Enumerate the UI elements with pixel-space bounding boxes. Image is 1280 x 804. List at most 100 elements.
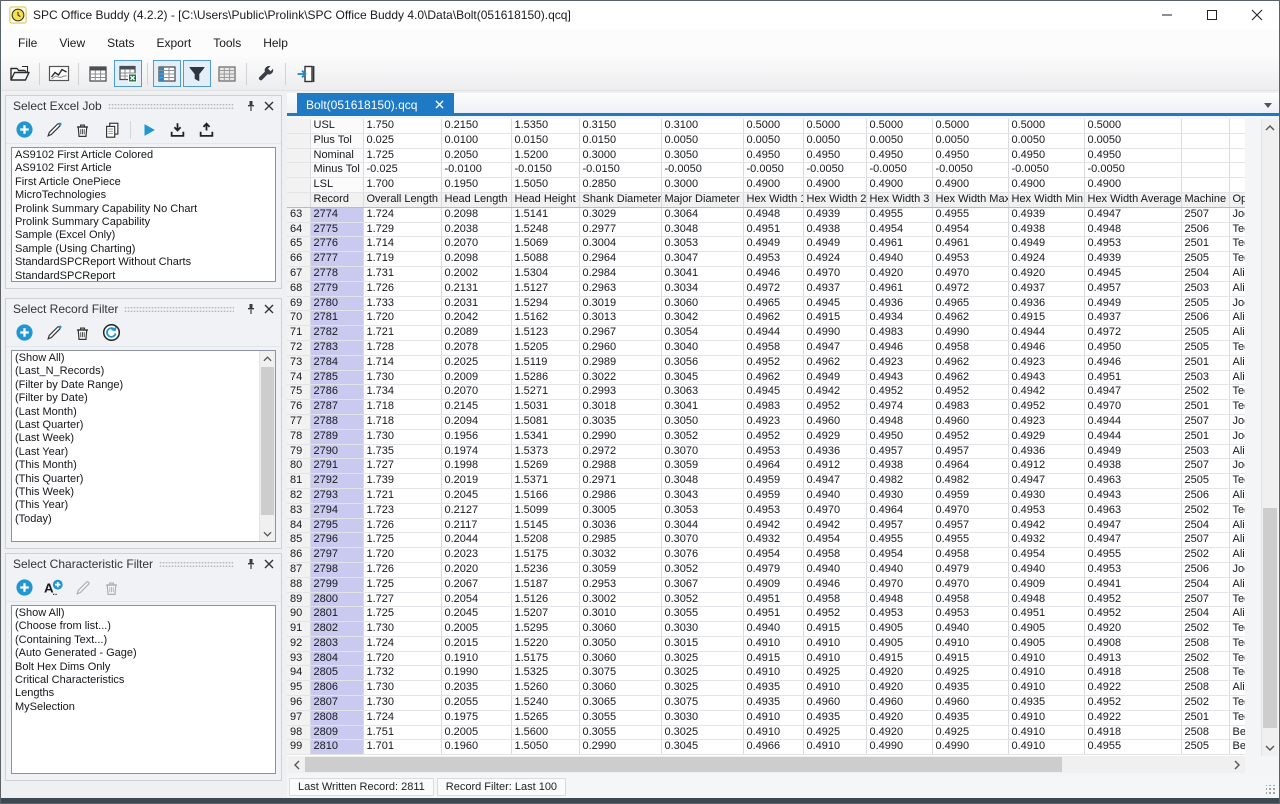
value-cell[interactable]: 0.4915 <box>1008 311 1084 326</box>
run-icon[interactable] <box>136 118 161 142</box>
record-cell[interactable]: 2785 <box>310 370 363 385</box>
machine-cell[interactable]: 2501 <box>1181 237 1229 252</box>
value-cell[interactable]: 0.3030 <box>661 710 743 725</box>
value-cell[interactable]: 0.4983 <box>866 326 932 341</box>
value-cell[interactable]: 0.2986 <box>579 488 661 503</box>
value-cell[interactable]: 1.5260 <box>511 681 579 696</box>
value-cell[interactable]: 0.2023 <box>441 548 511 563</box>
value-cell[interactable]: 0.4970 <box>866 577 932 592</box>
value-cell[interactable]: 1.734 <box>363 385 441 400</box>
value-cell[interactable]: 0.2025 <box>441 355 511 370</box>
value-cell[interactable]: 0.4915 <box>866 651 932 666</box>
spec-value-cell[interactable]: -0.0050 <box>1008 163 1084 178</box>
value-cell[interactable]: 0.1910 <box>441 651 511 666</box>
spec-value-cell[interactable]: 0.2050 <box>441 148 511 163</box>
column-header-cell[interactable]: Hex Width Max <box>932 192 1008 207</box>
value-cell[interactable]: 0.4963 <box>1084 474 1181 489</box>
spec-value-cell[interactable]: -0.0050 <box>932 163 1008 178</box>
value-cell[interactable]: 1.723 <box>363 503 441 518</box>
value-cell[interactable]: 0.4920 <box>1008 266 1084 281</box>
value-cell[interactable]: 0.4948 <box>743 207 803 222</box>
value-cell[interactable]: 1.5220 <box>511 636 579 651</box>
scrollbar-thumb[interactable] <box>261 367 274 515</box>
value-cell[interactable]: 0.4905 <box>1008 636 1084 651</box>
value-cell[interactable]: 0.1956 <box>441 429 511 444</box>
row-number-cell[interactable]: 64 <box>287 222 310 237</box>
operator-cell[interactable]: Bet <box>1229 740 1245 755</box>
machine-cell[interactable]: 2506 <box>1181 222 1229 237</box>
operator-cell[interactable]: Joe <box>1229 296 1245 311</box>
value-cell[interactable]: 0.2984 <box>579 266 661 281</box>
minimize-button[interactable] <box>1144 1 1189 29</box>
row-number-cell[interactable]: 86 <box>287 548 310 563</box>
value-cell[interactable]: 1.739 <box>363 474 441 489</box>
operator-cell[interactable]: Alic <box>1229 518 1245 533</box>
delete-icon[interactable] <box>70 321 95 345</box>
value-cell[interactable]: 0.4953 <box>866 607 932 622</box>
machine-cell[interactable]: 2503 <box>1181 370 1229 385</box>
value-cell[interactable]: 1.5341 <box>511 429 579 444</box>
value-cell[interactable]: 1.726 <box>363 518 441 533</box>
value-cell[interactable]: 0.4920 <box>866 725 932 740</box>
row-number-cell[interactable] <box>287 133 310 148</box>
value-cell[interactable]: 1.726 <box>363 281 441 296</box>
operator-cell[interactable]: Ted <box>1229 592 1245 607</box>
value-cell[interactable]: 0.4935 <box>932 710 1008 725</box>
column-header-cell[interactable]: Machine <box>1181 192 1229 207</box>
value-cell[interactable]: 0.4953 <box>743 444 803 459</box>
value-cell[interactable]: 0.3060 <box>579 681 661 696</box>
row-number-cell[interactable]: 79 <box>287 444 310 459</box>
record-cell[interactable]: 2787 <box>310 400 363 415</box>
value-cell[interactable]: 0.4910 <box>803 681 866 696</box>
spec-value-cell[interactable]: 0.3000 <box>579 148 661 163</box>
characteristic-filter-item[interactable]: Critical Characteristics <box>15 674 275 687</box>
machine-cell[interactable]: 2505 <box>1181 296 1229 311</box>
column-header-cell[interactable]: Record <box>310 192 363 207</box>
value-cell[interactable]: 0.4935 <box>803 710 866 725</box>
value-cell[interactable]: 0.4951 <box>743 607 803 622</box>
record-filter-item[interactable]: (Today) <box>15 513 275 526</box>
spec-value-cell[interactable]: 0.4950 <box>866 148 932 163</box>
value-cell[interactable]: 0.4922 <box>1084 681 1181 696</box>
record-filter-item[interactable]: (Last Week) <box>15 432 275 445</box>
spec-value-cell[interactable]: 0.4900 <box>1008 178 1084 193</box>
operator-cell[interactable]: Bet <box>1229 725 1245 740</box>
value-cell[interactable]: 0.2078 <box>441 340 511 355</box>
row-number-cell[interactable]: 89 <box>287 592 310 607</box>
operator-cell[interactable]: Alic <box>1229 533 1245 548</box>
value-cell[interactable]: 0.4953 <box>1084 237 1181 252</box>
value-cell[interactable]: 0.4945 <box>743 385 803 400</box>
value-cell[interactable]: 0.4949 <box>803 237 866 252</box>
import-icon[interactable] <box>165 118 190 142</box>
value-cell[interactable]: 0.4925 <box>803 666 866 681</box>
tab-close-icon[interactable] <box>433 99 445 111</box>
value-cell[interactable]: 0.4963 <box>1084 503 1181 518</box>
value-cell[interactable]: 0.3060 <box>661 296 743 311</box>
machine-cell[interactable]: 2504 <box>1181 266 1229 281</box>
operator-cell[interactable]: Joe <box>1229 459 1245 474</box>
machine-cell[interactable]: 2505 <box>1181 252 1229 267</box>
value-cell[interactable]: 1.5373 <box>511 444 579 459</box>
spec-value-cell[interactable] <box>1181 163 1229 178</box>
value-cell[interactable]: 1.5069 <box>511 237 579 252</box>
spec-value-cell[interactable]: 0.1950 <box>441 178 511 193</box>
value-cell[interactable]: 0.4958 <box>932 592 1008 607</box>
value-cell[interactable]: 0.3054 <box>661 326 743 341</box>
column-header-cell[interactable]: Hex Width Average <box>1084 192 1181 207</box>
operator-cell[interactable]: Alic <box>1229 488 1245 503</box>
value-cell[interactable]: 0.4948 <box>866 592 932 607</box>
characteristic-filter-item[interactable]: (Choose from list...) <box>15 620 275 633</box>
value-cell[interactable]: 0.4966 <box>743 740 803 755</box>
value-cell[interactable]: 0.4905 <box>866 622 932 637</box>
machine-cell[interactable]: 2504 <box>1181 607 1229 622</box>
value-cell[interactable]: 0.4947 <box>1008 474 1084 489</box>
spec-value-cell[interactable]: 0.5000 <box>743 119 803 133</box>
value-cell[interactable]: 1.731 <box>363 266 441 281</box>
machine-cell[interactable]: 2508 <box>1181 636 1229 651</box>
spec-value-cell[interactable]: -0.0050 <box>866 163 932 178</box>
value-cell[interactable]: 0.4955 <box>1084 740 1181 755</box>
value-cell[interactable]: 0.2972 <box>579 444 661 459</box>
machine-cell[interactable]: 2501 <box>1181 400 1229 415</box>
value-cell[interactable]: 0.2990 <box>579 429 661 444</box>
value-cell[interactable]: 0.4940 <box>932 622 1008 637</box>
